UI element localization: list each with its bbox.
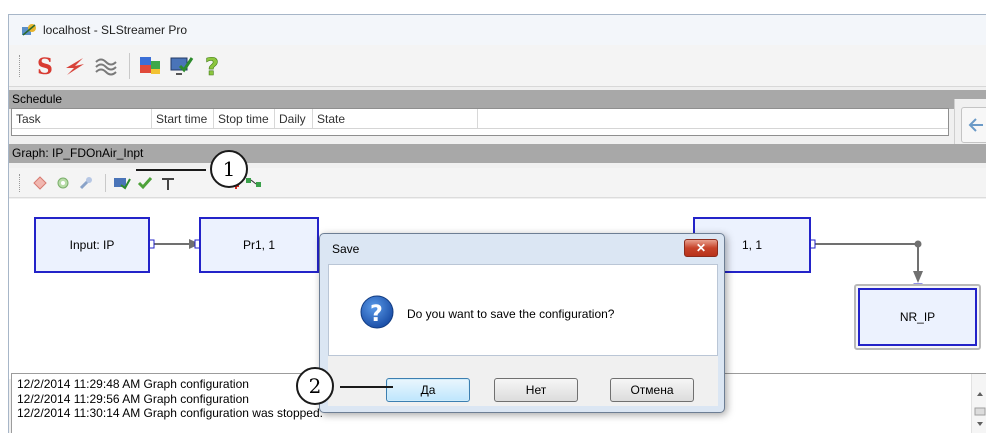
callout-lines [136,169,393,388]
callout-marker-2: 2 [296,367,334,405]
callout-marker-1: 1 [210,150,248,188]
